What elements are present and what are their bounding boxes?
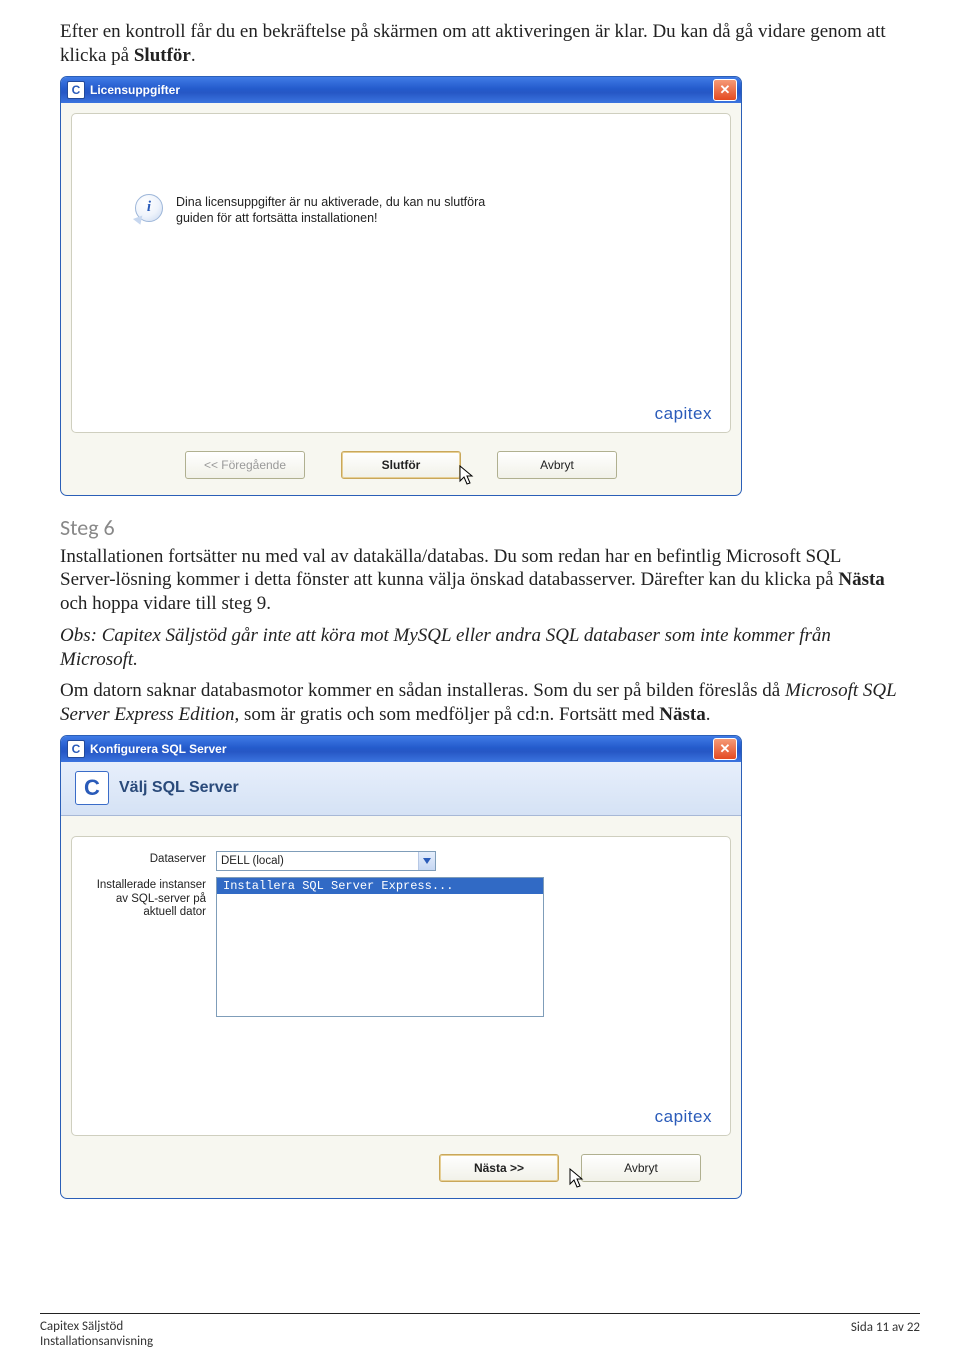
p4c: , som är gratis och som medföljer på cd:… <box>234 704 659 725</box>
cancel-button[interactable]: Avbryt <box>497 451 617 479</box>
app-icon: C <box>67 81 85 99</box>
license-dialog: C Licensuppgifter ✕ i Dina licensuppgift… <box>60 76 742 496</box>
previous-button: << Föregående <box>185 451 305 479</box>
dialog2-form: Dataserver DELL (local) Installerade ins… <box>71 836 731 1136</box>
info-line1: Dina licensuppgifter är nu aktiverade, d… <box>176 195 485 209</box>
cursor-icon <box>459 465 475 487</box>
brand-logo: capitex <box>655 404 712 424</box>
dialog2-header-title: Välj SQL Server <box>119 779 239 797</box>
step6-heading: Steg 6 <box>60 514 900 541</box>
p2a: Installationen fortsätter nu med val av … <box>60 546 841 591</box>
close-icon: ✕ <box>720 742 731 755</box>
info-text: Dina licensuppgifter är nu aktiverade, d… <box>176 194 485 228</box>
footer-left: Capitex Säljstöd Installationsanvisning <box>40 1320 153 1350</box>
document-page: Efter en kontroll får du en bekräftelse … <box>0 0 960 1358</box>
instances-label: Installerade instanser av SQL-server på … <box>90 879 216 920</box>
dataserver-label: Dataserver <box>90 853 216 867</box>
dialog2-buttons: Nästa >> Avbryt <box>61 1146 741 1198</box>
list-item-selected[interactable]: Installera SQL Server Express... <box>217 878 543 894</box>
p2b: Nästa <box>838 569 884 590</box>
brand-logo: capitex <box>655 1107 712 1127</box>
close-button[interactable]: ✕ <box>713 79 737 101</box>
dataserver-row: Dataserver DELL (local) <box>90 851 712 871</box>
step6-paragraph-2: Om datorn saknar databasmotor kommer en … <box>60 679 900 727</box>
dialog1-title: Licensuppgifter <box>90 83 713 97</box>
info-icon: i <box>132 194 164 226</box>
next-button[interactable]: Nästa >> <box>439 1154 559 1182</box>
instances-listbox[interactable]: Installera SQL Server Express... <box>216 877 544 1017</box>
footer-page: Sida 11 av 22 <box>851 1320 920 1335</box>
page-footer: Capitex Säljstöd Installationsanvisning … <box>40 1320 920 1350</box>
footer-subtitle: Installationsanvisning <box>40 1334 153 1349</box>
dataserver-value: DELL (local) <box>221 855 284 867</box>
p4e: . <box>706 704 711 725</box>
brand-icon: C <box>75 771 109 805</box>
step6-paragraph-1: Installationen fortsätter nu med val av … <box>60 545 900 616</box>
instances-row: Installerade instanser av SQL-server på … <box>90 877 712 1017</box>
dataserver-combo[interactable]: DELL (local) <box>216 851 436 871</box>
sqlserver-dialog: C Konfigurera SQL Server ✕ C Välj SQL Se… <box>60 735 742 1199</box>
dialog2-header: C Välj SQL Server <box>61 762 741 816</box>
dialog2-title: Konfigurera SQL Server <box>90 742 713 756</box>
footer-divider <box>40 1313 920 1314</box>
dialog2-titlebar: C Konfigurera SQL Server ✕ <box>61 736 741 762</box>
close-icon: ✕ <box>720 83 731 96</box>
p4d: Nästa <box>659 704 705 725</box>
info-line2: guiden för att fortsätta installationen! <box>176 211 378 225</box>
intro-slutfor: Slutför <box>134 45 191 66</box>
intro-paragraph: Efter en kontroll får du en bekräftelse … <box>60 20 900 68</box>
app-icon: C <box>67 740 85 758</box>
close-button[interactable]: ✕ <box>713 738 737 760</box>
footer-product: Capitex Säljstöd <box>40 1319 123 1334</box>
dialog1-panel: i Dina licensuppgifter är nu aktiverade,… <box>71 113 731 433</box>
finish-button[interactable]: Slutför <box>341 451 461 479</box>
chevron-down-icon <box>418 852 435 870</box>
cancel-button[interactable]: Avbryt <box>581 1154 701 1182</box>
cursor-icon <box>569 1168 585 1190</box>
dialog1-titlebar: C Licensuppgifter ✕ <box>61 77 741 103</box>
p2c: och hoppa vidare till steg 9. <box>60 593 271 614</box>
step6-note: Obs: Capitex Säljstöd går inte att köra … <box>60 624 900 672</box>
p4a: Om datorn saknar databasmotor kommer en … <box>60 680 785 701</box>
dialog1-buttons: << Föregående Slutför Avbryt <box>61 443 741 495</box>
intro-text-c: . <box>191 45 196 66</box>
info-row: i Dina licensuppgifter är nu aktiverade,… <box>132 194 670 228</box>
